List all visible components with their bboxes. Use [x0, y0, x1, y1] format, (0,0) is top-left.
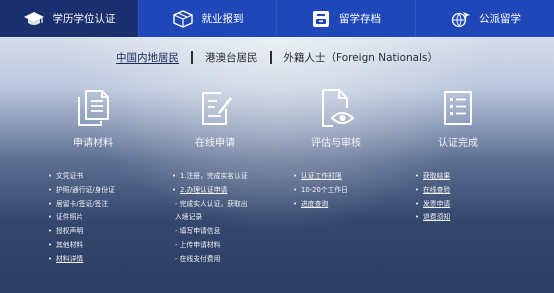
graduation-cap-icon: [23, 11, 44, 25]
tab-label: 就业报到: [201, 13, 244, 25]
materials-details-link[interactable]: 材料详情: [56, 255, 83, 263]
top-tab-bar: 学历学位认证 就业报到 留学存档 公派留学: [0, 0, 554, 37]
residence-mainland[interactable]: 中国内地居民: [116, 50, 179, 65]
step-evaluation-review[interactable]: 评估与审核: [276, 88, 396, 149]
list-item: - 在线支付费用: [175, 254, 221, 263]
progress-query-link[interactable]: 进度查询: [301, 200, 328, 208]
list-item: 10-20个工作日: [293, 184, 348, 198]
documents-icon: [78, 90, 109, 126]
list-item: 授权声明: [48, 225, 115, 239]
list-item: 入境记录: [175, 213, 203, 222]
apply-verification-link[interactable]: 2.办理认证申请: [180, 186, 227, 194]
tab-label: 公派留学: [479, 13, 521, 25]
residence-selector: 中国内地居民 港澳台居民 外籍人士（Foreign Nationals）: [0, 50, 554, 65]
list-item: 证件照片: [48, 211, 115, 225]
review-info-list: 认证工作时限 10-20个工作日 进度查询: [293, 170, 348, 211]
refund-notice-link[interactable]: 退费须知: [423, 213, 450, 221]
tab-employment-report[interactable]: 就业报到: [138, 0, 276, 37]
list-item: 文凭证书: [48, 170, 115, 184]
residence-hk-macao-taiwan[interactable]: 港澳台居民: [205, 50, 258, 65]
tab-public-study-abroad[interactable]: 公派留学: [415, 0, 554, 37]
list-item: 居留卡/签证/签注: [48, 198, 115, 212]
application-steps-list: 1.注册，完成实名认证 2.办理认证申请 - 完成实人认证，获取出 入境记录 -…: [172, 170, 248, 267]
checklist-icon: [444, 91, 472, 125]
tab-degree-verification[interactable]: 学历学位认证: [0, 0, 138, 37]
list-item: - 上传申请材料: [175, 240, 221, 249]
step-title: 在线申请: [195, 138, 235, 149]
list-item: 其他材料: [48, 239, 115, 253]
step-title: 评估与审核: [311, 138, 361, 149]
list-item: - 填写申请信息: [175, 227, 221, 236]
list-item: 1.注册，完成实名认证: [172, 170, 248, 184]
get-result-link[interactable]: 获取结果: [423, 172, 450, 180]
residence-foreign-nationals[interactable]: 外籍人士（Foreign Nationals）: [284, 50, 438, 65]
step-online-application[interactable]: 在线申请: [155, 88, 275, 149]
edit-document-icon: [202, 92, 232, 125]
processing-time-link[interactable]: 认证工作时限: [301, 172, 342, 180]
review-eye-icon: [322, 89, 355, 127]
list-item: - 完成实人认证，获取出: [175, 199, 248, 208]
step-verification-complete[interactable]: 认证完成: [398, 88, 518, 149]
materials-list: 文凭证书 护照/通行证/身份证 居留卡/签证/签注 证件照片 授权声明 其他材料…: [48, 170, 115, 267]
tab-study-archive[interactable]: 留学存档: [276, 0, 415, 37]
online-verify-link[interactable]: 在线查验: [423, 186, 450, 194]
package-box-icon: [172, 9, 193, 28]
list-item: 护照/通行证/身份证: [48, 184, 115, 198]
invoice-request-link[interactable]: 发票申请: [423, 200, 450, 208]
tab-label: 学历学位认证: [52, 13, 116, 25]
divider: [269, 51, 272, 64]
step-title: 申请材料: [73, 138, 113, 149]
completion-list: 获取结果 在线查验 发票申请 退费须知: [415, 170, 450, 225]
airplane-globe-icon: [451, 11, 470, 27]
step-title: 认证完成: [438, 138, 478, 149]
tab-label: 留学存档: [339, 13, 381, 25]
step-application-materials[interactable]: 申请材料: [33, 88, 153, 149]
archive-folder-icon: [313, 10, 329, 27]
divider: [191, 51, 194, 64]
